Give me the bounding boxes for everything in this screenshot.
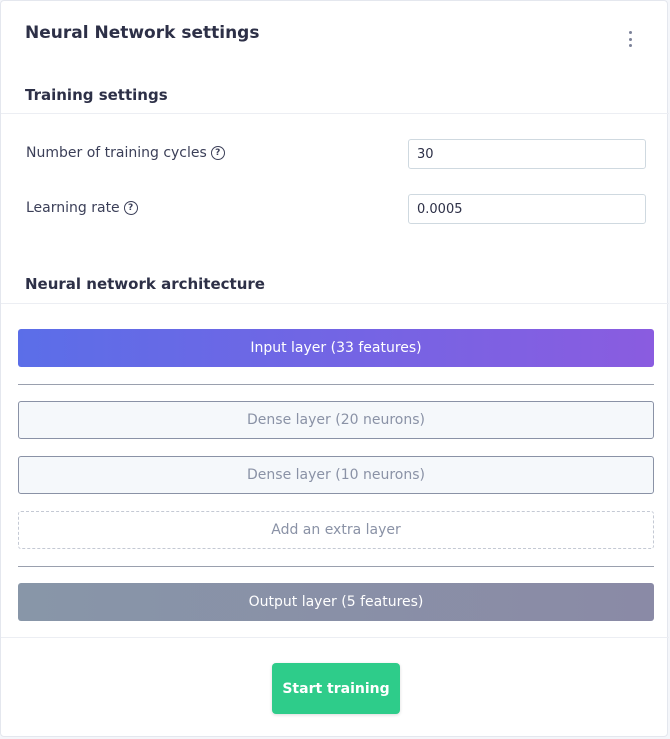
add-layer-button[interactable]: Add an extra layer	[18, 511, 654, 549]
start-training-button[interactable]: Start training	[272, 663, 400, 714]
training-cycles-label: Number of training cycles	[26, 145, 207, 161]
divider	[1, 303, 669, 304]
kebab-menu-icon[interactable]	[624, 31, 636, 47]
architecture-heading: Neural network architecture	[25, 275, 265, 293]
layer-separator	[18, 384, 654, 385]
dense-layer-1[interactable]: Dense layer (20 neurons)	[18, 401, 654, 439]
learning-rate-input[interactable]	[408, 194, 646, 224]
question-circle-icon[interactable]: ?	[210, 146, 225, 160]
learning-rate-label: Learning rate	[26, 200, 120, 216]
nn-settings-card: Neural Network settings Training setting…	[0, 0, 669, 737]
layer-separator	[18, 566, 654, 567]
kebab-dot	[628, 44, 632, 47]
kebab-dot	[628, 31, 632, 34]
question-circle-icon[interactable]: ?	[123, 201, 138, 215]
training-settings-heading: Training settings	[25, 86, 168, 104]
training-cycles-label-row: Number of training cycles ?	[26, 145, 225, 161]
input-layer: Input layer (33 features)	[18, 329, 654, 367]
kebab-dot	[628, 37, 632, 41]
divider	[1, 637, 669, 638]
divider	[1, 113, 669, 114]
dense-layer-2[interactable]: Dense layer (10 neurons)	[18, 456, 654, 494]
training-cycles-input[interactable]	[408, 139, 646, 169]
learning-rate-label-row: Learning rate ?	[26, 200, 138, 216]
page-title: Neural Network settings	[25, 23, 260, 43]
output-layer: Output layer (5 features)	[18, 583, 654, 621]
